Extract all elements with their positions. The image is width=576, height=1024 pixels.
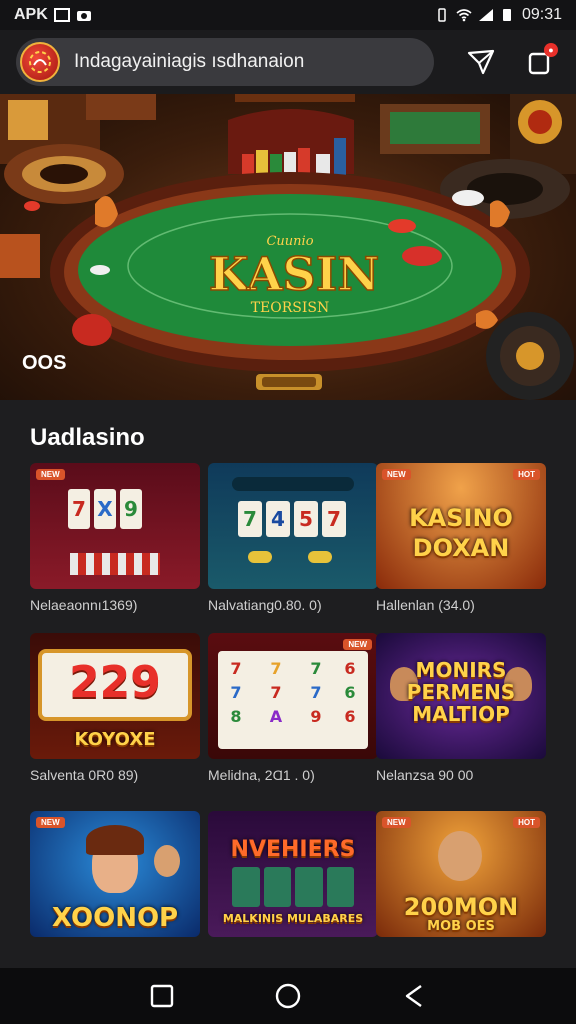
game-card[interactable]: MONIRS PERMENS MALTIOP Nelanzsa 90 00 (376, 633, 546, 783)
game-card[interactable]: 229 KOYOXE Salventa 0R0 89) (30, 633, 200, 783)
hero-subtitle: TEORSISN (251, 300, 330, 316)
game-thumbnail[interactable]: NEW 7 7 8 7 7 A 7 7 9 6 6 6 (208, 633, 378, 759)
game-card[interactable]: NEW HOT 200MON MOB OES (376, 811, 546, 937)
game-tag: HOT (513, 817, 540, 828)
hero-caption: OOS (22, 352, 67, 374)
game-title: XOONOP (51, 903, 179, 933)
card-stack (70, 553, 160, 575)
top-bar: Indagayainiagis ısdhanaion ● (0, 30, 576, 94)
section-title: Uadlasino (30, 424, 145, 451)
casino-chip-logo-icon[interactable] (20, 42, 60, 82)
game-subtitle: MALKINIS MULABARES (222, 912, 364, 925)
send-icon[interactable] (466, 47, 496, 77)
image-icon (53, 8, 70, 22)
game-tag: HOT (513, 469, 540, 480)
game-thumbnail[interactable]: 229 KOYOXE (30, 633, 200, 759)
signal-icon (478, 9, 493, 21)
game-subtitle: MOB OES (427, 919, 495, 934)
game-label: Melidna, 2Ɑ1 . 0) (208, 767, 315, 783)
game-title: 200MON (403, 893, 519, 921)
game-thumbnail[interactable]: NVEHIERS MALKINIS MULABARES (208, 811, 378, 937)
hero-title: KASIN (209, 247, 380, 301)
status-time: 09:31 (521, 6, 562, 23)
game-subtitle: KOYOXE (74, 729, 156, 750)
game-card[interactable]: NEW XOONOP (30, 811, 200, 937)
game-tag: NEW (36, 469, 65, 480)
game-tag: NEW (343, 639, 372, 650)
vibrate-icon (438, 8, 446, 22)
search-input[interactable]: Indagayainiagis ısdhanaion (74, 51, 304, 73)
title-strip (232, 477, 354, 491)
home-icon[interactable] (274, 982, 302, 1010)
game-thumbnail[interactable]: NEW HOT KASINO DOXAN (376, 463, 546, 589)
game-tag: NEW (382, 817, 411, 828)
game-label: Nalvatiang0.80. 0) (208, 597, 322, 613)
game-card[interactable]: NEW HOT KASINO DOXAN Hallenlan (34.0) (376, 463, 546, 613)
hero-banner[interactable]: Cuunio KASIN TEORSISN OOS (0, 94, 576, 400)
game-title: NVEHIERS (230, 837, 356, 862)
game-card[interactable]: NEW 7 7 8 7 7 A 7 7 9 6 6 6 Melidna, 2Ɑ1… (208, 633, 378, 783)
game-title: MONIRS PERMENS MALTIOP (406, 658, 516, 726)
game-card[interactable]: 7 4 5 7 Nalvatiang0.80. 0) (208, 463, 378, 613)
game-tag: NEW (36, 817, 65, 828)
game-thumbnail[interactable]: NEW XOONOP (30, 811, 200, 937)
game-label: Salventa 0R0 89) (30, 767, 139, 783)
game-title: 229 (69, 657, 161, 708)
game-label: Nelaeaonnı1369) (30, 597, 138, 613)
game-card[interactable]: NEW 7 X 9 Nelaeaonnı1369) (30, 463, 200, 613)
system-nav-bar (0, 968, 576, 1024)
status-bar: APK 09:31 (0, 0, 576, 30)
status-app-label: APK (14, 6, 48, 23)
notification-badge: ● (544, 43, 558, 57)
poker-table-illustration: Cuunio KASIN TEORSISN (0, 94, 576, 400)
game-tag: NEW (382, 469, 411, 480)
search-bar[interactable]: Indagayainiagis ısdhanaion (16, 38, 434, 86)
game-label: Nelanzsa 90 00 (376, 767, 474, 783)
game-thumbnail[interactable]: NEW 7 X 9 (30, 463, 200, 589)
game-card[interactable]: NVEHIERS MALKINIS MULABARES (208, 811, 378, 937)
wifi-icon (456, 9, 472, 22)
game-thumbnail[interactable]: MONIRS PERMENS MALTIOP (376, 633, 546, 759)
camera-icon (76, 11, 91, 21)
battery-icon (502, 9, 511, 21)
game-title: KASINO DOXAN (409, 504, 513, 562)
recent-apps-icon[interactable] (149, 983, 175, 1009)
game-label: Hallenlan (34.0) (376, 597, 475, 613)
notification-icon[interactable]: ● (524, 43, 558, 77)
game-thumbnail[interactable]: 7 4 5 7 (208, 463, 378, 589)
game-thumbnail[interactable]: NEW HOT 200MON MOB OES (376, 811, 546, 937)
back-icon[interactable] (401, 983, 427, 1009)
